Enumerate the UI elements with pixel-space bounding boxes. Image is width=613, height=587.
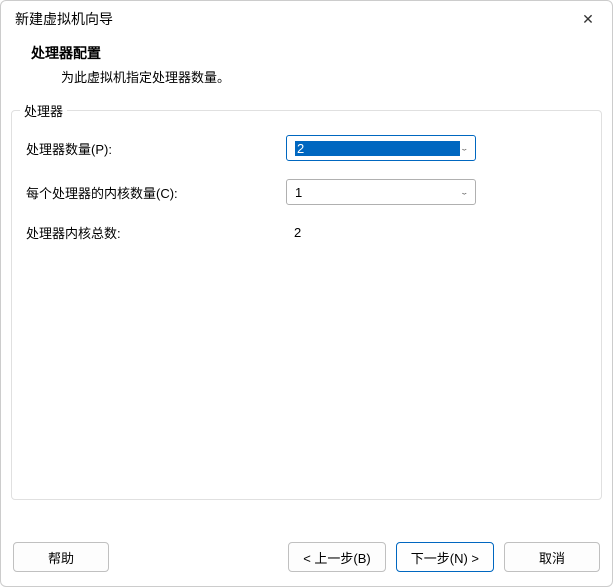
cores-per-processor-value: 1 <box>295 185 460 200</box>
processor-groupbox: 处理器 处理器数量(P): 2 ⌄ 每个处理器的内核数量(C): 1 ⌄ <box>11 110 602 500</box>
close-icon[interactable]: ✕ <box>574 7 602 31</box>
titlebar: 新建虚拟机向导 ✕ <box>1 1 612 35</box>
total-cores-value: 2 <box>286 225 301 240</box>
page-subtitle: 为此虚拟机指定处理器数量。 <box>31 67 592 86</box>
window-title: 新建虚拟机向导 <box>15 9 574 29</box>
processor-count-label: 处理器数量(P): <box>26 139 286 158</box>
total-cores-label: 处理器内核总数: <box>26 223 286 242</box>
next-button[interactable]: 下一步(N) > <box>396 542 494 572</box>
processor-count-value: 2 <box>295 141 460 156</box>
cancel-button[interactable]: 取消 <box>504 542 600 572</box>
help-button[interactable]: 帮助 <box>13 542 109 572</box>
back-button[interactable]: < 上一步(B) <box>288 542 386 572</box>
groupbox-legend: 处理器 <box>20 101 67 120</box>
total-cores-row: 处理器内核总数: 2 <box>26 223 587 242</box>
wizard-footer: 帮助 < 上一步(B) 下一步(N) > 取消 <box>1 532 612 586</box>
cancel-button-label: 取消 <box>539 548 565 567</box>
new-vm-wizard-dialog: 新建虚拟机向导 ✕ 处理器配置 为此虚拟机指定处理器数量。 处理器 处理器数量(… <box>0 0 613 587</box>
back-button-label: < 上一步(B) <box>303 548 371 567</box>
chevron-down-icon: ⌄ <box>460 144 469 152</box>
next-button-label: 下一步(N) > <box>411 548 479 567</box>
wizard-header: 处理器配置 为此虚拟机指定处理器数量。 <box>1 35 612 100</box>
processor-count-combobox[interactable]: 2 ⌄ <box>286 135 476 161</box>
wizard-content: 处理器 处理器数量(P): 2 ⌄ 每个处理器的内核数量(C): 1 ⌄ <box>1 100 612 532</box>
cores-per-processor-label: 每个处理器的内核数量(C): <box>26 183 286 202</box>
chevron-down-icon: ⌄ <box>460 188 469 196</box>
processor-count-row: 处理器数量(P): 2 ⌄ <box>26 135 587 161</box>
page-title: 处理器配置 <box>31 43 592 63</box>
cores-per-processor-combobox[interactable]: 1 ⌄ <box>286 179 476 205</box>
help-button-label: 帮助 <box>48 548 74 567</box>
cores-per-processor-row: 每个处理器的内核数量(C): 1 ⌄ <box>26 179 587 205</box>
